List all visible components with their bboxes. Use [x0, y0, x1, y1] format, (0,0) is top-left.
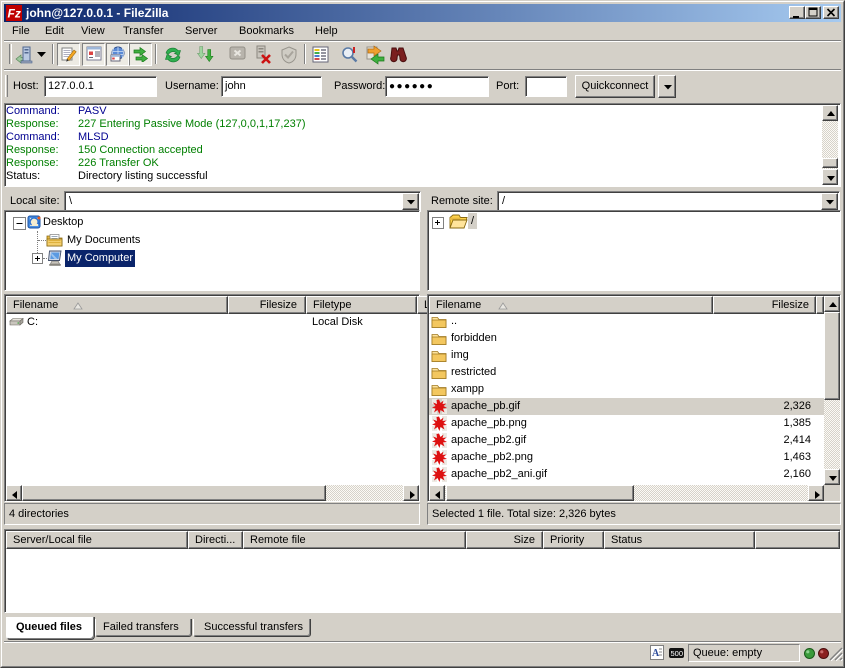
svg-text:Fz: Fz: [8, 7, 21, 21]
svg-text:500: 500: [671, 649, 684, 658]
svg-text:A: A: [652, 648, 660, 659]
